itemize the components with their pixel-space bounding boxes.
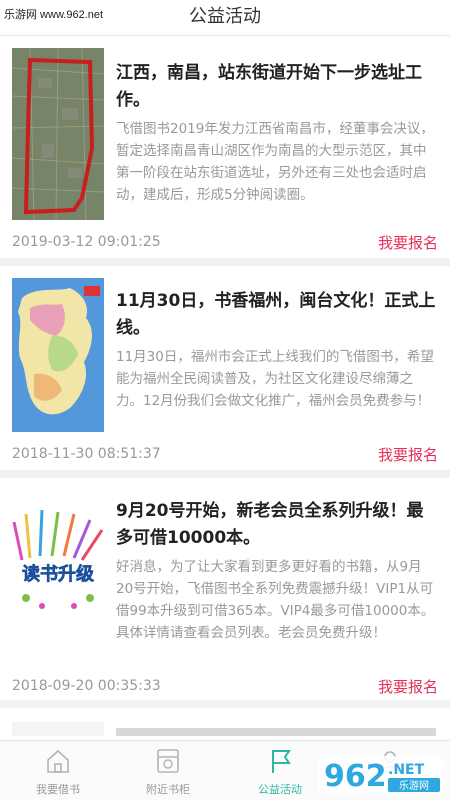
962net-watermark-logo: 962 .NET 乐游网 <box>318 752 446 796</box>
activity-thumbnail <box>12 722 104 736</box>
svg-text:读书升级: 读书升级 <box>22 563 95 585</box>
activity-title[interactable]: 11月30日，书香福州，闽台文化！正式上线。 <box>116 288 438 342</box>
activity-card-partial[interactable] <box>0 708 450 736</box>
activity-description: 好消息，为了让大家看到更多更好看的书籍，从9月20号开始，飞借图书全系列免费震撼… <box>116 559 435 641</box>
flag-icon <box>272 750 291 773</box>
page-title: 公益活动 <box>189 6 261 27</box>
svg-text:962: 962 <box>324 759 387 794</box>
activity-date: 2018-11-30 08:51:37 <box>12 446 161 462</box>
signup-button[interactable]: 我要报名 <box>378 444 438 465</box>
activity-title[interactable]: 江西，南昌，站东街道开始下一步选址工作。 <box>116 60 438 114</box>
activity-date: 2018-09-20 00:35:33 <box>12 678 161 694</box>
tab-label: 我要借书 <box>36 783 80 796</box>
svg-text:.NET: .NET <box>388 762 425 778</box>
tab-borrow-books[interactable]: 我要借书 <box>8 741 108 800</box>
tab-nearby-bookcase[interactable]: 附近书柜 <box>118 741 218 800</box>
app-header: 乐游网 www.962.net 公益活动 <box>0 0 450 36</box>
activity-title[interactable]: 9月20号开始，新老会员全系列升级！最多可借10000本。 <box>116 498 438 552</box>
fuzhou-map-image <box>12 278 104 432</box>
home-icon <box>47 749 69 773</box>
activity-card[interactable]: 11月30日，书香福州，闽台文化！正式上线。 11月30日，福州市会正式上线我们… <box>0 266 450 478</box>
signup-button[interactable]: 我要报名 <box>378 232 438 253</box>
tab-label: 公益活动 <box>258 783 302 796</box>
svg-text:乐游网: 乐游网 <box>399 779 429 792</box>
activity-description: 飞借图书2019年发力江西省南昌市，经董事会决议，暂定选择南昌青山湖区作为南昌的… <box>116 121 434 203</box>
activity-feed[interactable]: 江西，南昌，站东街道开始下一步选址工作。 飞借图书2019年发力江西省南昌市，经… <box>0 36 450 736</box>
activity-description: 11月30日，福州市会正式上线我们的飞借图书，希望能为福州全民阅读普及，为社区文… <box>116 349 434 409</box>
signup-button[interactable]: 我要报名 <box>378 676 438 697</box>
activity-date: 2019-03-12 09:01:25 <box>12 234 161 250</box>
activity-title-placeholder <box>116 728 436 736</box>
activity-card[interactable]: 江西，南昌，站东街道开始下一步选址工作。 飞借图书2019年发力江西省南昌市，经… <box>0 36 450 266</box>
bookcase-icon <box>157 749 179 773</box>
tab-charity-activities[interactable]: 公益活动 <box>230 741 330 800</box>
activity-card[interactable]: 读书升级 9月20号开始，新老会员全系列升级！最多可借10000本。 好消息，为… <box>0 478 450 708</box>
upgrade-promo-image: 读书升级 <box>12 502 104 622</box>
satellite-map-image <box>12 48 104 220</box>
tab-label: 附近书柜 <box>146 783 190 796</box>
